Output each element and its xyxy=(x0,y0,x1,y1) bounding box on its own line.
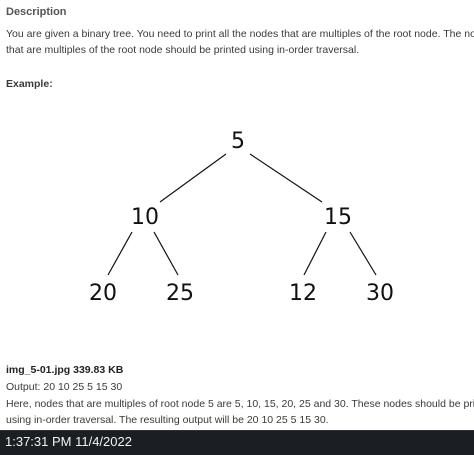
example-label: Example: xyxy=(6,78,53,90)
clock-timestamp: 1:37:31 PM 11/4/2022 xyxy=(5,434,132,449)
tree-node-left-left: 20 xyxy=(89,281,117,306)
tree-edge-right-to-right-left xyxy=(303,231,327,276)
tree-edge-root-to-right xyxy=(249,153,323,203)
tree-edge-left-to-left-left xyxy=(107,231,133,276)
tree-node-right-left: 12 xyxy=(289,281,317,306)
tree-node-left-right: 25 xyxy=(166,281,194,306)
description-line-1: You are given a binary tree. You need to… xyxy=(6,28,474,40)
explanation-line-1: Here, nodes that are multiples of root n… xyxy=(6,398,474,410)
description-heading: Description xyxy=(6,6,67,18)
binary-tree-svg: 5 10 15 20 25 12 30 xyxy=(89,129,394,306)
output-line: Output: 20 10 25 5 15 30 xyxy=(6,381,123,393)
tree-node-root: 5 xyxy=(231,129,245,154)
tree-edge-root-to-left xyxy=(159,153,227,203)
taskbar: 1:37:31 PM 11/4/2022 xyxy=(0,430,474,455)
tree-edge-right-to-right-right xyxy=(349,231,377,276)
tree-node-right: 15 xyxy=(324,205,352,230)
binary-tree-figure: 5 10 15 20 25 12 30 xyxy=(0,120,474,310)
description-line-2: that are multiples of the root node shou… xyxy=(6,44,360,56)
problem-page: Description You are given a binary tree.… xyxy=(0,0,474,430)
attachment-filename[interactable]: img_5-01.jpg 339.83 KB xyxy=(6,364,123,376)
tree-node-left: 10 xyxy=(131,205,159,230)
explanation-line-2: using in-order traversal. The resulting … xyxy=(6,414,329,426)
tree-node-right-right: 30 xyxy=(366,281,394,306)
tree-edge-left-to-left-right xyxy=(153,231,179,276)
